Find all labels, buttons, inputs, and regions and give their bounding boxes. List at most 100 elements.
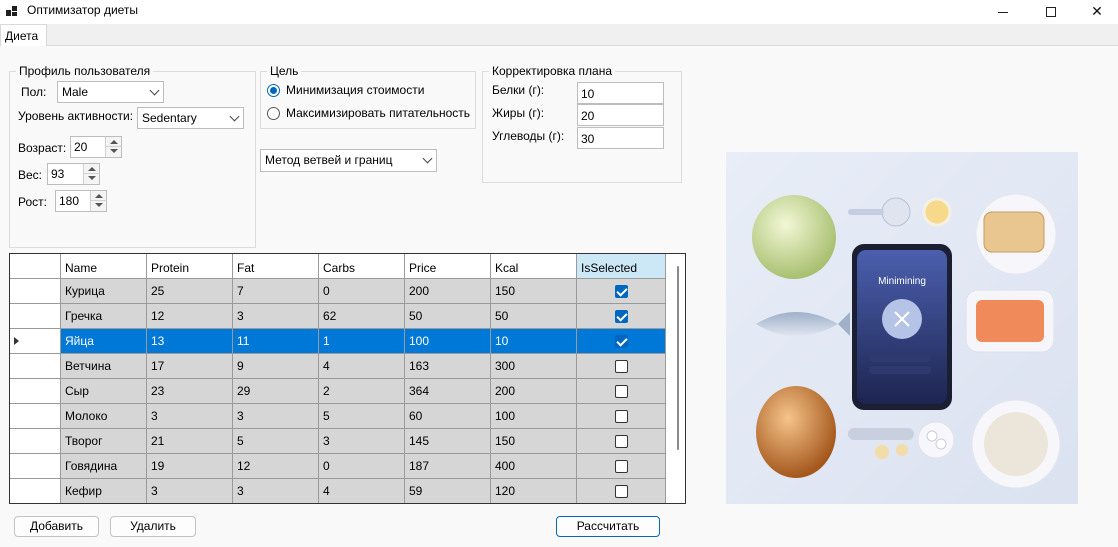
cell-protein[interactable]: 12 [147, 304, 233, 329]
cell-fat[interactable]: 5 [233, 429, 319, 454]
radio-minimize-cost-label[interactable]: Минимизация стоимости [286, 83, 424, 97]
checkbox-unchecked[interactable] [614, 435, 628, 448]
table-row[interactable]: Кефир 3 3 4 59 120 [10, 479, 685, 503]
cell-name[interactable]: Яйца [61, 329, 147, 354]
radio-maximize-nutrition-label[interactable]: Максимизировать питательность [286, 106, 470, 120]
cell-isselected[interactable] [577, 429, 666, 454]
cell-price[interactable]: 145 [405, 429, 491, 454]
cell-fat[interactable]: 3 [233, 304, 319, 329]
row-header[interactable] [10, 404, 61, 429]
row-header[interactable] [10, 429, 61, 454]
cell-carbs[interactable]: 62 [319, 304, 405, 329]
table-row[interactable]: Ветчина 17 9 4 163 300 [10, 354, 685, 379]
cell-kcal[interactable]: 120 [491, 479, 577, 503]
cell-kcal[interactable]: 400 [491, 454, 577, 479]
maximize-button[interactable] [1028, 0, 1074, 24]
cell-name[interactable]: Гречка [61, 304, 147, 329]
cell-fat[interactable]: 9 [233, 354, 319, 379]
table-row[interactable]: Сыр 23 29 2 364 200 [10, 379, 685, 404]
cell-price[interactable]: 163 [405, 354, 491, 379]
column-header-carbs[interactable]: Carbs [319, 254, 405, 279]
minimize-button[interactable] [980, 0, 1026, 24]
cell-isselected[interactable] [577, 329, 666, 354]
cell-isselected[interactable] [577, 454, 666, 479]
weight-stepper[interactable]: 93 [47, 163, 100, 185]
checkbox-checked[interactable] [614, 285, 628, 298]
checkbox-unchecked[interactable] [614, 485, 628, 498]
cell-protein[interactable]: 17 [147, 354, 233, 379]
cell-name[interactable]: Говядина [61, 454, 147, 479]
cell-kcal[interactable]: 300 [491, 354, 577, 379]
checkbox-unchecked[interactable] [614, 360, 628, 373]
method-select[interactable]: Метод ветвей и границ [260, 149, 437, 172]
cell-price[interactable]: 59 [405, 479, 491, 503]
cell-carbs[interactable]: 1 [319, 329, 405, 354]
row-header[interactable] [10, 454, 61, 479]
cell-isselected[interactable] [577, 479, 666, 503]
cell-name[interactable]: Молоко [61, 404, 147, 429]
cell-fat[interactable]: 11 [233, 329, 319, 354]
column-header-price[interactable]: Price [405, 254, 491, 279]
age-stepper-buttons[interactable] [105, 137, 122, 157]
cell-isselected[interactable] [577, 279, 666, 304]
column-header-isselected[interactable]: IsSelected [577, 254, 666, 279]
cell-carbs[interactable]: 2 [319, 379, 405, 404]
cell-price[interactable]: 100 [405, 329, 491, 354]
checkbox-unchecked[interactable] [614, 410, 628, 423]
cell-name[interactable]: Курица [61, 279, 147, 304]
checkbox-checked[interactable] [614, 310, 628, 323]
cell-carbs[interactable]: 0 [319, 454, 405, 479]
row-header[interactable] [10, 304, 61, 329]
close-button[interactable]: ✕ [1074, 0, 1118, 24]
radio-minimize-cost[interactable] [267, 84, 280, 97]
cell-fat[interactable]: 3 [233, 479, 319, 503]
carbs-input[interactable]: 30 [577, 127, 664, 149]
cell-kcal[interactable]: 150 [491, 429, 577, 454]
cell-kcal[interactable]: 100 [491, 404, 577, 429]
grid-scrollbar[interactable] [671, 254, 685, 503]
cell-protein[interactable]: 25 [147, 279, 233, 304]
cell-price[interactable]: 187 [405, 454, 491, 479]
cell-isselected[interactable] [577, 354, 666, 379]
cell-carbs[interactable]: 0 [319, 279, 405, 304]
cell-fat[interactable]: 7 [233, 279, 319, 304]
height-stepper[interactable]: 180 [55, 190, 107, 212]
cell-protein[interactable]: 13 [147, 329, 233, 354]
fat-input[interactable]: 20 [577, 104, 664, 126]
food-grid[interactable]: Name Protein Fat Carbs Price Kcal IsSele… [9, 253, 686, 504]
calculate-button[interactable]: Рассчитать [556, 516, 660, 537]
cell-name[interactable]: Ветчина [61, 354, 147, 379]
tab-diet[interactable]: Диета [0, 24, 47, 46]
cell-price[interactable]: 364 [405, 379, 491, 404]
cell-price[interactable]: 200 [405, 279, 491, 304]
cell-fat[interactable]: 3 [233, 404, 319, 429]
cell-name[interactable]: Кефир [61, 479, 147, 503]
protein-input[interactable]: 10 [577, 82, 664, 104]
table-row[interactable]: Курица 25 7 0 200 150 [10, 279, 685, 304]
cell-isselected[interactable] [577, 304, 666, 329]
cell-price[interactable]: 60 [405, 404, 491, 429]
cell-isselected[interactable] [577, 404, 666, 429]
cell-protein[interactable]: 19 [147, 454, 233, 479]
cell-kcal[interactable]: 200 [491, 379, 577, 404]
cell-kcal[interactable]: 50 [491, 304, 577, 329]
checkbox-checked[interactable] [614, 335, 628, 348]
gender-select[interactable]: Male [57, 81, 164, 103]
cell-protein[interactable]: 3 [147, 479, 233, 503]
checkbox-unchecked[interactable] [614, 385, 628, 398]
cell-kcal[interactable]: 10 [491, 329, 577, 354]
column-header-kcal[interactable]: Kcal [491, 254, 577, 279]
cell-fat[interactable]: 29 [233, 379, 319, 404]
column-header-protein[interactable]: Protein [147, 254, 233, 279]
cell-name[interactable]: Сыр [61, 379, 147, 404]
activity-select[interactable]: Sedentary [137, 107, 244, 129]
table-row[interactable]: Яйца 13 11 1 100 10 [10, 329, 685, 354]
cell-price[interactable]: 50 [405, 304, 491, 329]
checkbox-unchecked[interactable] [614, 460, 628, 473]
cell-carbs[interactable]: 5 [319, 404, 405, 429]
cell-carbs[interactable]: 3 [319, 429, 405, 454]
table-row[interactable]: Творог 21 5 3 145 150 [10, 429, 685, 454]
row-header[interactable] [10, 479, 61, 503]
radio-maximize-nutrition[interactable] [267, 107, 280, 120]
row-header[interactable] [10, 329, 61, 354]
